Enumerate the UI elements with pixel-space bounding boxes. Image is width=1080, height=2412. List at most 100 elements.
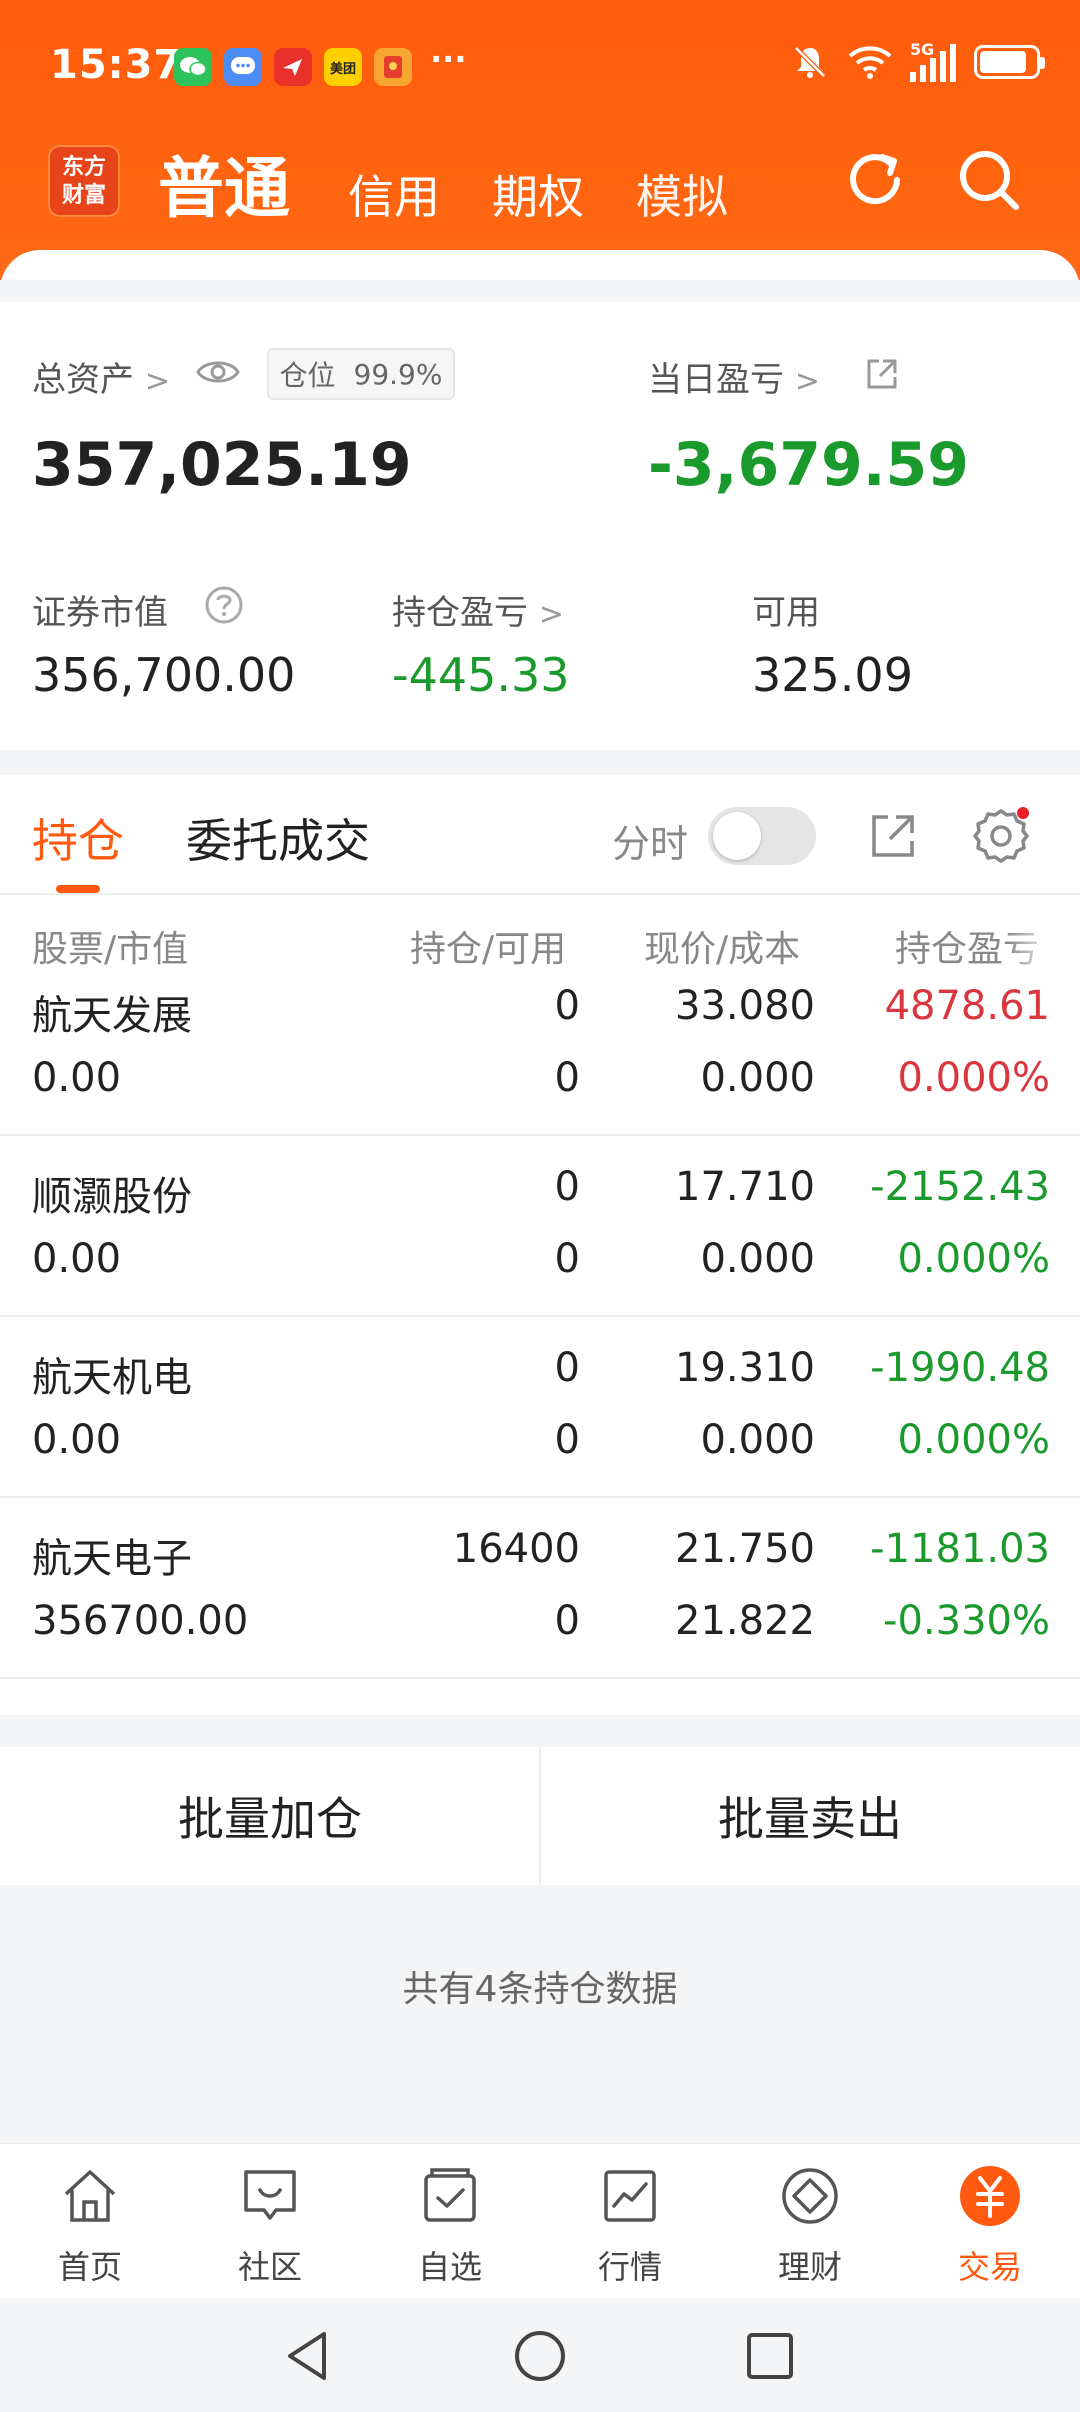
current-price: 17.710 <box>675 1164 815 1210</box>
redpacket-icon <box>374 48 412 86</box>
nav-item-community[interactable]: 社区 <box>180 2144 360 2299</box>
position-pl: 4878.61 <box>884 983 1050 1029</box>
tab-normal[interactable]: 普通 <box>158 135 290 231</box>
signal-icon: 5G <box>910 40 956 82</box>
chevron-right-icon: > <box>538 597 564 632</box>
help-icon[interactable] <box>204 585 244 625</box>
cost-price: 0.000 <box>700 1417 815 1463</box>
message-icon <box>224 48 262 86</box>
nav-item-wealth[interactable]: 理财 <box>720 2144 900 2299</box>
total-assets-label[interactable]: 总资产 > <box>32 352 170 401</box>
position-pl-value: -445.33 <box>392 648 570 702</box>
export-icon[interactable] <box>866 809 920 863</box>
tab-credit[interactable]: 信用 <box>348 161 440 227</box>
battery-icon <box>974 45 1045 79</box>
stock-name: 顺灏股份 <box>32 1174 192 1220</box>
network-type-label: 5G <box>910 40 935 59</box>
system-navigation-bar <box>0 2298 1080 2412</box>
back-icon[interactable] <box>280 2328 336 2384</box>
position-pl-pct: -0.330% <box>883 1598 1050 1644</box>
mute-bell-icon <box>794 46 826 78</box>
daily-pl-value: -3,679.59 <box>648 430 969 500</box>
stock-name: 航天发展 <box>32 993 192 1039</box>
account-type-nav: 东方 财富 普通 信用 期权 模拟 <box>0 135 1080 255</box>
market-value: 356,700.00 <box>32 648 296 702</box>
meituan-icon: 美团 <box>324 48 362 86</box>
refresh-icon[interactable] <box>840 145 910 215</box>
table-row[interactable]: 顺灏股份 0.00 0 0 17.710 0.000 -2152.43 0.000% <box>0 1136 1080 1317</box>
chevron-right-icon: > <box>144 364 170 399</box>
position-pl-label[interactable]: 持仓盈亏 > <box>392 585 564 634</box>
table-row[interactable]: 航天电子 356700.00 16400 0 21.750 21.822 -1181.03 -… <box>0 1498 1080 1679</box>
position-pl: -2152.43 <box>870 1164 1050 1210</box>
cost-price: 0.000 <box>700 1236 815 1282</box>
available-qty: 0 <box>554 1236 580 1282</box>
share-icon[interactable] <box>864 356 900 392</box>
current-price: 19.310 <box>675 1345 815 1391</box>
stock-market-value: 356700.00 <box>32 1598 249 1644</box>
wifi-icon <box>848 46 892 79</box>
position-pl-pct: 0.000% <box>897 1417 1050 1463</box>
holdings-tabs: 持仓 委托成交 分时 <box>0 775 1080 895</box>
recents-icon[interactable] <box>742 2328 798 2384</box>
tab-holdings[interactable]: 持仓 <box>32 805 124 871</box>
batch-actions: 批量加仓 批量卖出 <box>0 1747 1080 1885</box>
intraday-toggle[interactable] <box>708 807 816 865</box>
stock-name: 航天机电 <box>32 1355 192 1401</box>
position-qty: 16400 <box>452 1526 580 1572</box>
stock-name: 航天电子 <box>32 1536 192 1582</box>
wealth-icon <box>782 2168 838 2224</box>
community-icon <box>244 2170 296 2220</box>
available-qty: 0 <box>554 1055 580 1101</box>
position-qty: 0 <box>554 983 580 1029</box>
nav-item-home[interactable]: 首页 <box>0 2144 180 2299</box>
search-icon[interactable] <box>954 145 1024 215</box>
current-price: 21.750 <box>675 1526 815 1572</box>
batch-add-button[interactable]: 批量加仓 <box>0 1747 540 1885</box>
tab-options[interactable]: 期权 <box>492 161 584 227</box>
trade-icon <box>960 2166 1020 2226</box>
current-price: 33.080 <box>675 983 815 1029</box>
daily-pl-label[interactable]: 当日盈亏 > <box>648 352 820 401</box>
position-pl-pct: 0.000% <box>897 1236 1050 1282</box>
nav-item-trade[interactable]: 交易 <box>900 2144 1080 2299</box>
intraday-toggle-label: 分时 <box>612 822 689 866</box>
eastmoney-logo: 东方 财富 <box>48 145 120 217</box>
status-time: 15:37 <box>50 42 183 88</box>
available-qty: 0 <box>554 1417 580 1463</box>
table-row[interactable]: 航天发展 0.00 0 0 33.080 0.000 4878.61 0.000% <box>0 955 1080 1136</box>
stock-market-value: 0.00 <box>32 1055 122 1101</box>
active-tab-indicator <box>56 885 100 893</box>
more-notifications-icon: ··· <box>430 40 467 78</box>
cost-price: 0.000 <box>700 1055 815 1101</box>
position-qty: 0 <box>554 1164 580 1210</box>
tab-simulation[interactable]: 模拟 <box>636 161 728 227</box>
available-qty: 0 <box>554 1598 580 1644</box>
table-row[interactable]: 航天机电 0.00 0 0 19.310 0.000 -1990.48 0.000% <box>0 1317 1080 1498</box>
market-icon <box>604 2170 656 2222</box>
settings-icon[interactable] <box>970 805 1032 867</box>
position-pl: -1990.48 <box>870 1345 1050 1391</box>
market-value-label: 证券市值 <box>32 593 168 633</box>
nav-item-watchlist[interactable]: 自选 <box>360 2144 540 2299</box>
chevron-right-icon: > <box>794 364 820 399</box>
batch-sell-button[interactable]: 批量卖出 <box>540 1747 1080 1885</box>
status-bar: 15:37 美团 ··· 5G <box>0 0 1080 135</box>
available-label: 可用 <box>752 593 820 633</box>
position-qty: 0 <box>554 1345 580 1391</box>
home-icon <box>64 2170 116 2222</box>
bottom-nav: 首页 社区 自选 行情 理财 交易 <box>0 2143 1080 2298</box>
nav-item-market[interactable]: 行情 <box>540 2144 720 2299</box>
cost-price: 21.822 <box>675 1598 815 1644</box>
position-ratio-badge: 仓位 99.9% <box>267 348 455 400</box>
total-assets-value: 357,025.19 <box>32 430 412 500</box>
stock-market-value: 0.00 <box>32 1417 122 1463</box>
stock-market-value: 0.00 <box>32 1236 122 1282</box>
holdings-panel: 持仓 委托成交 分时 股票/市值 持仓/可用 现价/成本 持仓盈亏 航天发展 0.… <box>0 775 1080 1715</box>
position-pl-pct: 0.000% <box>897 1055 1050 1101</box>
home-button-icon[interactable] <box>512 2328 568 2384</box>
status-indicators: 5G <box>790 40 1045 82</box>
tab-orders[interactable]: 委托成交 <box>186 805 370 871</box>
watchlist-icon <box>424 2168 476 2222</box>
eye-icon[interactable] <box>195 356 241 388</box>
